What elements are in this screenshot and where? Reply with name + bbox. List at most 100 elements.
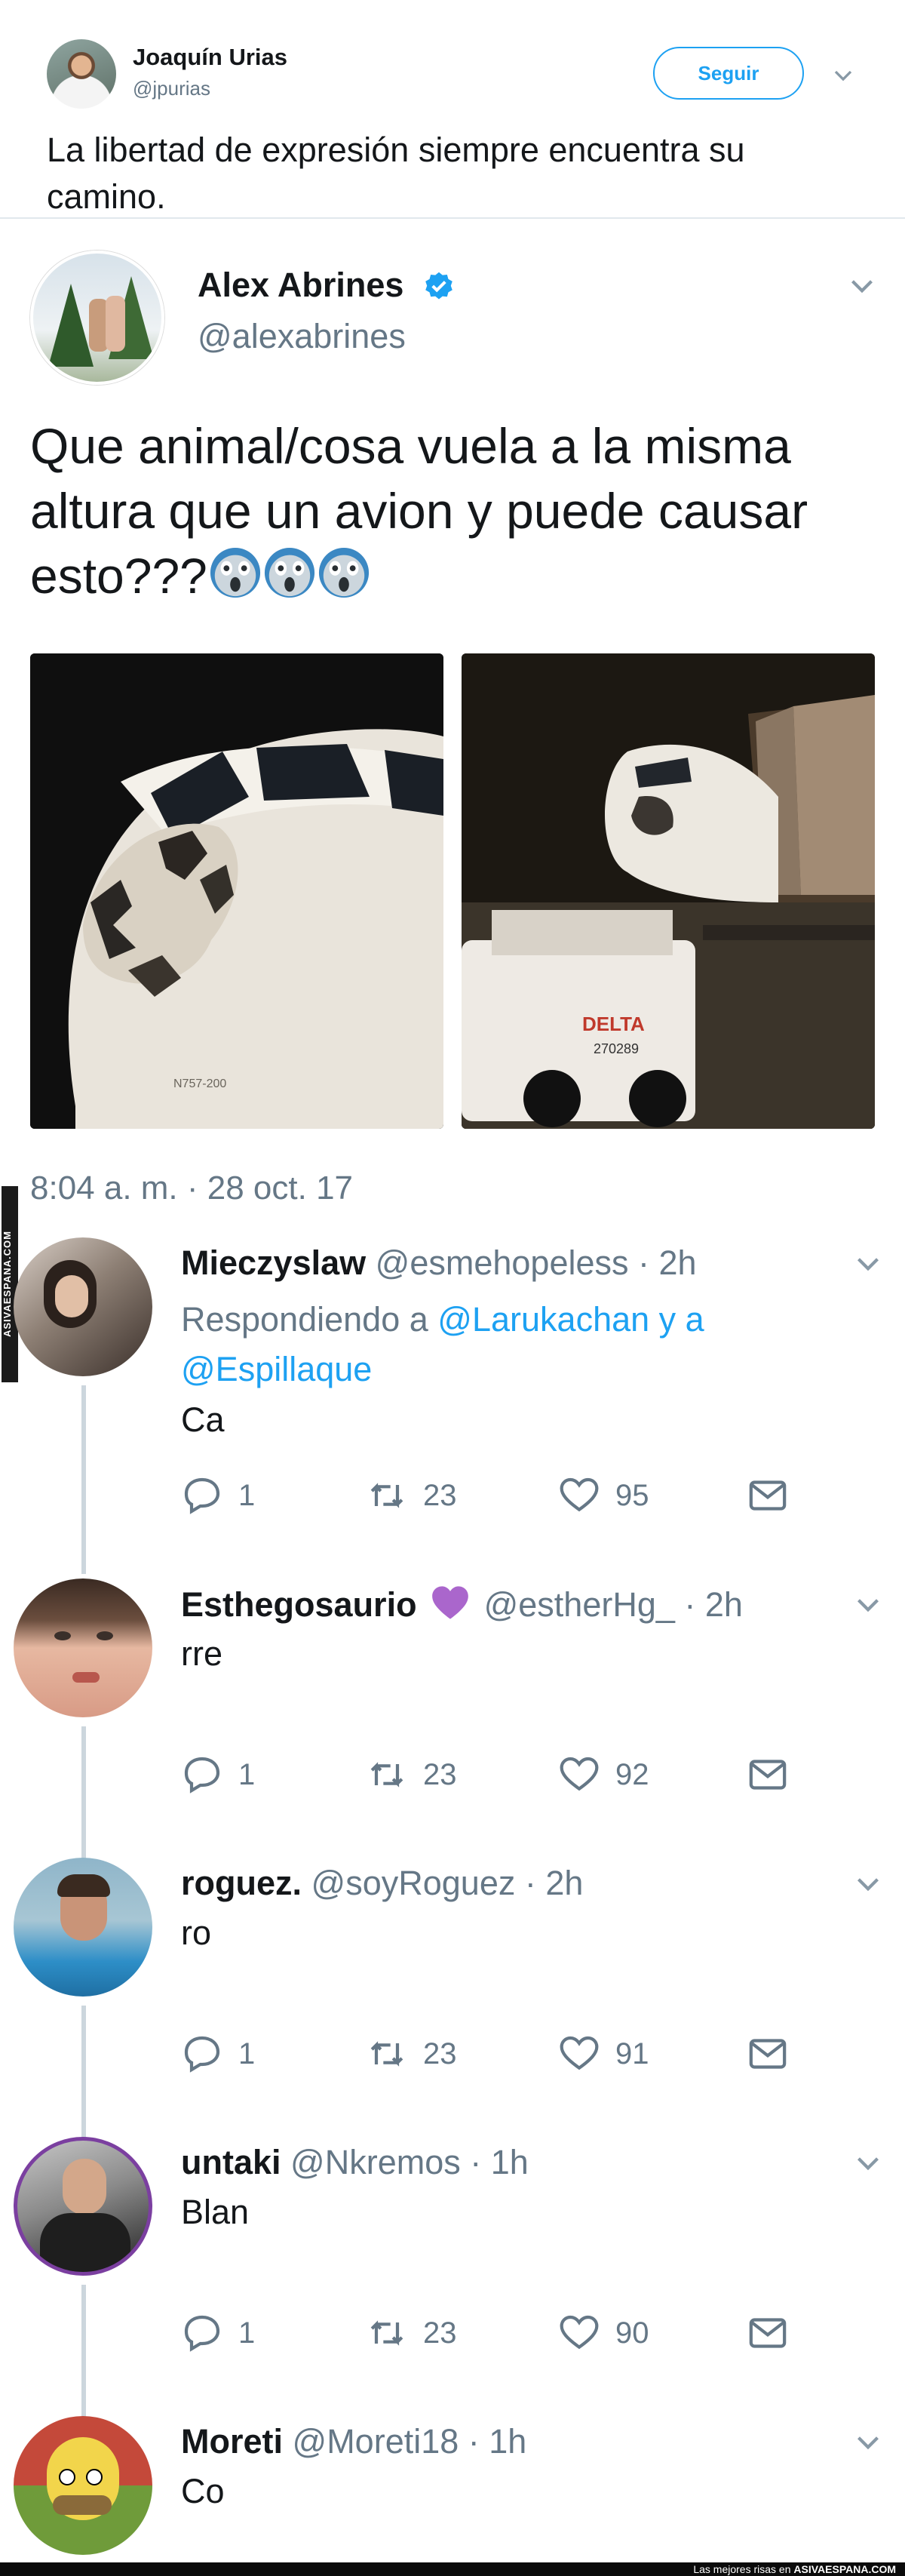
- like-action[interactable]: 92: [558, 1752, 649, 1797]
- registration-text: N757-200: [173, 1077, 226, 1090]
- retweet-count: 23: [423, 2037, 457, 2070]
- retweet-action[interactable]: 23: [366, 1752, 457, 1797]
- reply-author-name[interactable]: Mieczyslaw: [181, 1243, 366, 1282]
- chevron-down-icon[interactable]: [849, 1865, 887, 1903]
- thread-line: [81, 1385, 86, 1574]
- reply-author-name[interactable]: roguez.: [181, 1864, 302, 1902]
- reply-time[interactable]: · 2h: [525, 1864, 584, 1902]
- retweet-icon: [370, 2041, 403, 2067]
- like-icon: [560, 2315, 599, 2350]
- direct-message-icon: [749, 1480, 787, 1511]
- damaged-plane-nose-image: N757-200: [30, 653, 443, 1129]
- purple-heart-icon: [432, 1586, 468, 1619]
- author-handle[interactable]: @jpurias: [133, 77, 210, 100]
- reply-author-handle[interactable]: @Nkremos: [290, 2143, 461, 2181]
- dm-action[interactable]: [747, 2310, 804, 2356]
- author-handle[interactable]: @alexabrines: [198, 317, 406, 356]
- tweet-photo-1[interactable]: N757-200: [30, 653, 443, 1129]
- reply-time[interactable]: · 1h: [468, 2422, 527, 2461]
- dm-action[interactable]: [747, 1752, 804, 1797]
- tweet-actions: 1 23 95: [181, 1473, 787, 1518]
- reply-author-handle[interactable]: @estherHg_: [484, 1585, 675, 1624]
- like-count: 95: [615, 1478, 649, 1512]
- footer-prefix: Las mejores risas en: [693, 2563, 791, 2575]
- avatar[interactable]: [14, 2137, 152, 2276]
- footer-site[interactable]: ASIVAESPANA.COM: [793, 2563, 896, 2575]
- chevron-down-icon[interactable]: [828, 60, 858, 91]
- thread-line: [81, 2006, 86, 2141]
- reply-time[interactable]: · 2h: [684, 1585, 743, 1624]
- reply-header: Moreti @Moreti18 · 1h: [181, 2422, 526, 2461]
- reply-tweet: untaki @Nkremos · 1h Blan 1 23 90: [0, 2137, 905, 2421]
- reply-action[interactable]: 1: [181, 2031, 255, 2076]
- avatar[interactable]: [30, 251, 164, 385]
- reply-icon: [184, 1757, 220, 1794]
- footer-watermark: Las mejores risas en ASIVAESPANA.COM: [0, 2562, 905, 2576]
- reply-action[interactable]: 1: [181, 1473, 255, 1518]
- author-name[interactable]: Alex Abrines: [198, 266, 403, 305]
- like-count: 90: [615, 2316, 649, 2350]
- tweet-text: Que animal/cosa vuela a la misma altura …: [30, 413, 875, 608]
- like-action[interactable]: 90: [558, 2310, 649, 2356]
- reply-author-name[interactable]: Esthegosaurio: [181, 1585, 417, 1624]
- tweet-photo-2[interactable]: DELTA 270289: [462, 653, 875, 1129]
- tweet-actions: 1 23 92: [181, 1752, 787, 1797]
- tweet-timestamp[interactable]: 8:04 a. m. · 28 oct. 17: [30, 1170, 353, 1207]
- reply-tweet: Esthegosaurio @estherHg_ · 2h rre 1 23 9…: [0, 1578, 905, 1862]
- thread-line: [81, 1726, 86, 1862]
- mention-link[interactable]: @Larukachan: [437, 1300, 649, 1339]
- reply-author-handle[interactable]: @Moreti18: [293, 2422, 459, 2461]
- dm-action[interactable]: [747, 1473, 804, 1518]
- avatar[interactable]: [14, 1237, 152, 1376]
- reply-author-handle[interactable]: @esmehopeless: [376, 1243, 629, 1282]
- replying-to-prefix: Respondiendo a: [181, 1300, 428, 1339]
- thread-line: [81, 2285, 86, 2421]
- reply-text: Ca: [181, 1400, 225, 1439]
- reply-text: rre: [181, 1634, 222, 1673]
- avatar[interactable]: [14, 2416, 152, 2555]
- avatar[interactable]: [47, 39, 116, 109]
- reply-text: ro: [181, 1914, 212, 1952]
- like-icon: [560, 1477, 599, 1512]
- chevron-down-icon[interactable]: [849, 1245, 887, 1283]
- tweet-text: La libertad de expresión siempre encuent…: [47, 131, 745, 216]
- scream-emoji-icon: [210, 547, 260, 598]
- like-icon: [560, 1757, 599, 1791]
- chevron-down-icon[interactable]: [843, 267, 881, 305]
- chevron-down-icon[interactable]: [849, 2144, 887, 2182]
- mention-link[interactable]: @Espillaque: [181, 1350, 372, 1388]
- like-icon: [560, 2036, 599, 2070]
- retweet-action[interactable]: 23: [366, 1473, 457, 1518]
- reply-time[interactable]: · 1h: [470, 2143, 529, 2181]
- top-tweet: Joaquín Urias @jpurias Seguir La liberta…: [0, 0, 905, 219]
- reply-icon: [184, 2036, 220, 2073]
- like-action[interactable]: 91: [558, 2031, 649, 2076]
- follow-button[interactable]: Seguir: [653, 47, 804, 100]
- reply-author-handle[interactable]: @soyRoguez: [311, 1864, 516, 1902]
- tweet-text-content: Que animal/cosa vuela a la misma altura …: [30, 418, 808, 604]
- reply-time[interactable]: · 2h: [638, 1243, 697, 1282]
- avatar[interactable]: [14, 1858, 152, 1997]
- like-action[interactable]: 95: [558, 1473, 649, 1518]
- scream-emoji-icon: [318, 547, 369, 598]
- like-count: 91: [615, 2037, 649, 2070]
- reply-author-name[interactable]: Moreti: [181, 2422, 283, 2461]
- retweet-icon: [370, 2320, 403, 2346]
- scream-emoji-icon: [264, 547, 314, 598]
- author-name[interactable]: Joaquín Urias: [133, 44, 287, 71]
- chevron-down-icon[interactable]: [849, 2424, 887, 2461]
- reply-tweet: roguez. @soyRoguez · 2h ro 1 23 91: [0, 1858, 905, 2141]
- reply-author-name[interactable]: untaki: [181, 2143, 281, 2181]
- direct-message-icon: [749, 2318, 787, 2348]
- reply-action[interactable]: 1: [181, 1752, 255, 1797]
- chevron-down-icon[interactable]: [849, 1586, 887, 1624]
- reply-count: 1: [238, 2037, 256, 2070]
- avatar[interactable]: [14, 1578, 152, 1717]
- retweet-action[interactable]: 23: [366, 2031, 457, 2076]
- mention-connector: y a: [658, 1300, 704, 1339]
- retweet-icon: [370, 1762, 403, 1788]
- retweet-action[interactable]: 23: [366, 2310, 457, 2356]
- retweet-count: 23: [423, 2316, 457, 2350]
- reply-action[interactable]: 1: [181, 2310, 255, 2356]
- dm-action[interactable]: [747, 2031, 804, 2076]
